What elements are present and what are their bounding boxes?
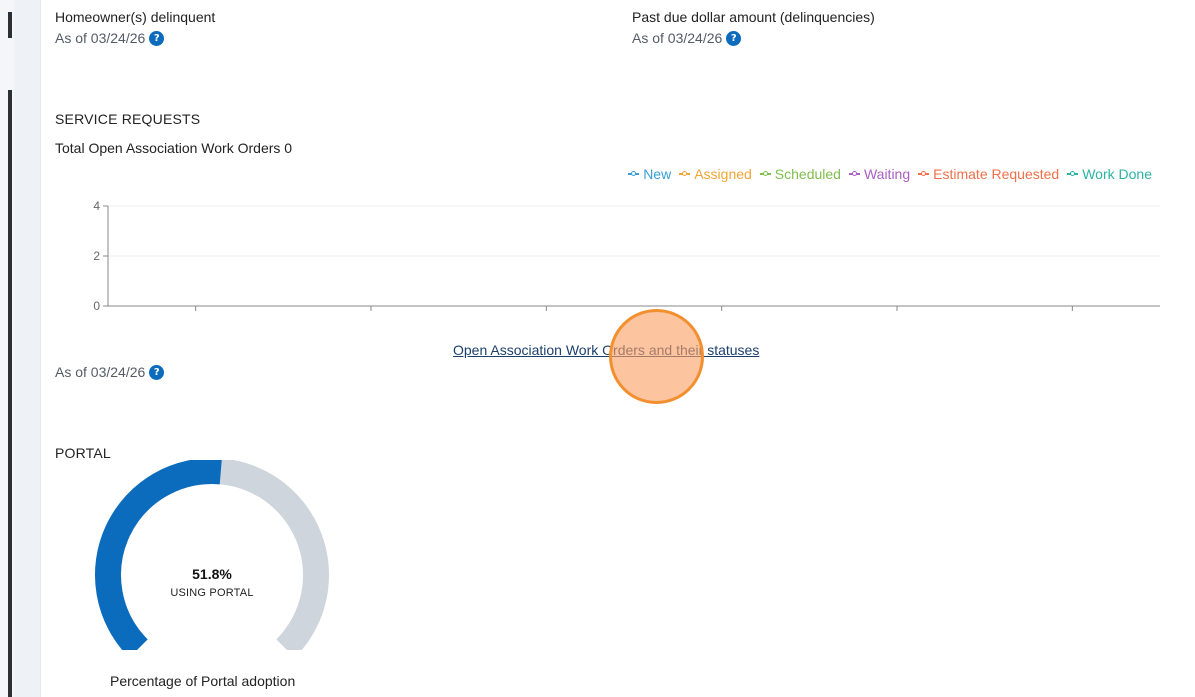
portal-title: PORTAL xyxy=(55,445,111,461)
portal-gauge-svg xyxy=(95,458,329,658)
work-orders-chart: 0 2 4 xyxy=(93,199,1160,313)
y-tick-label: 2 xyxy=(93,249,100,263)
portal-percent: 51.8% xyxy=(192,566,232,582)
gauge-fill xyxy=(95,458,222,658)
help-icon[interactable]: ? xyxy=(149,364,165,380)
y-tick-label: 4 xyxy=(93,199,100,213)
click-indicator xyxy=(609,309,704,404)
open-work-orders-link[interactable]: Open Association Work Orders and their s… xyxy=(453,342,759,358)
y-tick-label: 0 xyxy=(93,299,100,313)
portal-caption: USING PORTAL xyxy=(170,587,254,599)
service-requests-asof: As of 03/24/26 ? xyxy=(55,364,165,380)
portal-gauge: 51.8% USING PORTAL xyxy=(88,458,336,658)
service-requests-asof-text: As of 03/24/26 xyxy=(55,364,146,380)
portal-footer: Percentage of Portal adoption xyxy=(110,673,296,689)
